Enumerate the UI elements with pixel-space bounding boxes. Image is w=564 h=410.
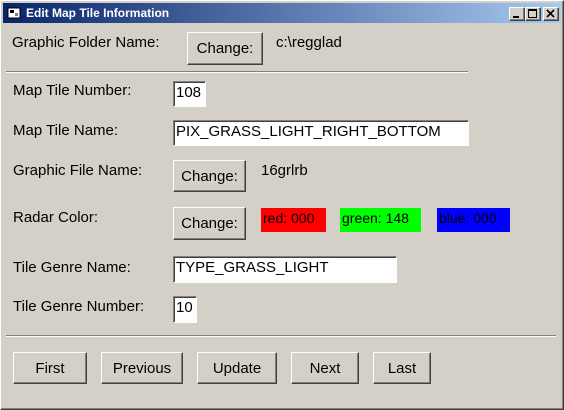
close-icon: [546, 9, 555, 18]
minimize-icon: [513, 16, 519, 18]
graphic-file-value: 16grlrb: [261, 162, 308, 179]
edit-map-tile-window: Edit Map Tile Information Graphic Folder…: [0, 0, 564, 410]
genre-name-field[interactable]: TYPE_GRASS_LIGHT: [173, 256, 397, 283]
window-title: Edit Map Tile Information: [26, 6, 170, 20]
tile-number-field[interactable]: 108: [173, 81, 206, 107]
radar-color-label: Radar Color:: [13, 209, 99, 226]
first-button[interactable]: First: [13, 352, 87, 384]
radar-blue-swatch: blue: 000: [437, 208, 510, 232]
title-bar[interactable]: Edit Map Tile Information: [3, 3, 561, 23]
close-button[interactable]: [543, 7, 559, 21]
maximize-button[interactable]: [525, 7, 541, 21]
last-button[interactable]: Last: [373, 352, 431, 384]
genre-name-label: Tile Genre Name:: [13, 259, 131, 276]
minimize-button[interactable]: [509, 7, 525, 21]
change-folder-button[interactable]: Change:: [187, 32, 263, 65]
genre-number-field[interactable]: 10: [173, 296, 197, 323]
separator-top: [6, 71, 468, 73]
genre-number-label: Tile Genre Number:: [13, 298, 145, 315]
graphic-folder-label: Graphic Folder Name:: [12, 34, 160, 51]
tile-name-label: Map Tile Name:: [13, 122, 119, 139]
tile-name-field[interactable]: PIX_GRASS_LIGHT_RIGHT_BOTTOM: [173, 120, 469, 146]
previous-button[interactable]: Previous: [101, 352, 183, 384]
update-button[interactable]: Update: [197, 352, 277, 384]
graphic-file-label: Graphic File Name:: [13, 162, 143, 179]
change-graphic-file-button[interactable]: Change:: [173, 160, 246, 192]
tile-number-label: Map Tile Number:: [13, 82, 132, 99]
next-button[interactable]: Next: [291, 352, 359, 384]
change-radar-color-button[interactable]: Change:: [173, 207, 246, 240]
radar-green-swatch: green: 148: [340, 208, 421, 232]
radar-red-swatch: red: 000: [261, 208, 326, 232]
app-icon: [7, 7, 21, 19]
maximize-icon: [528, 9, 537, 18]
graphic-folder-value: c:\regglad: [276, 34, 342, 51]
separator-bottom: [6, 335, 556, 337]
